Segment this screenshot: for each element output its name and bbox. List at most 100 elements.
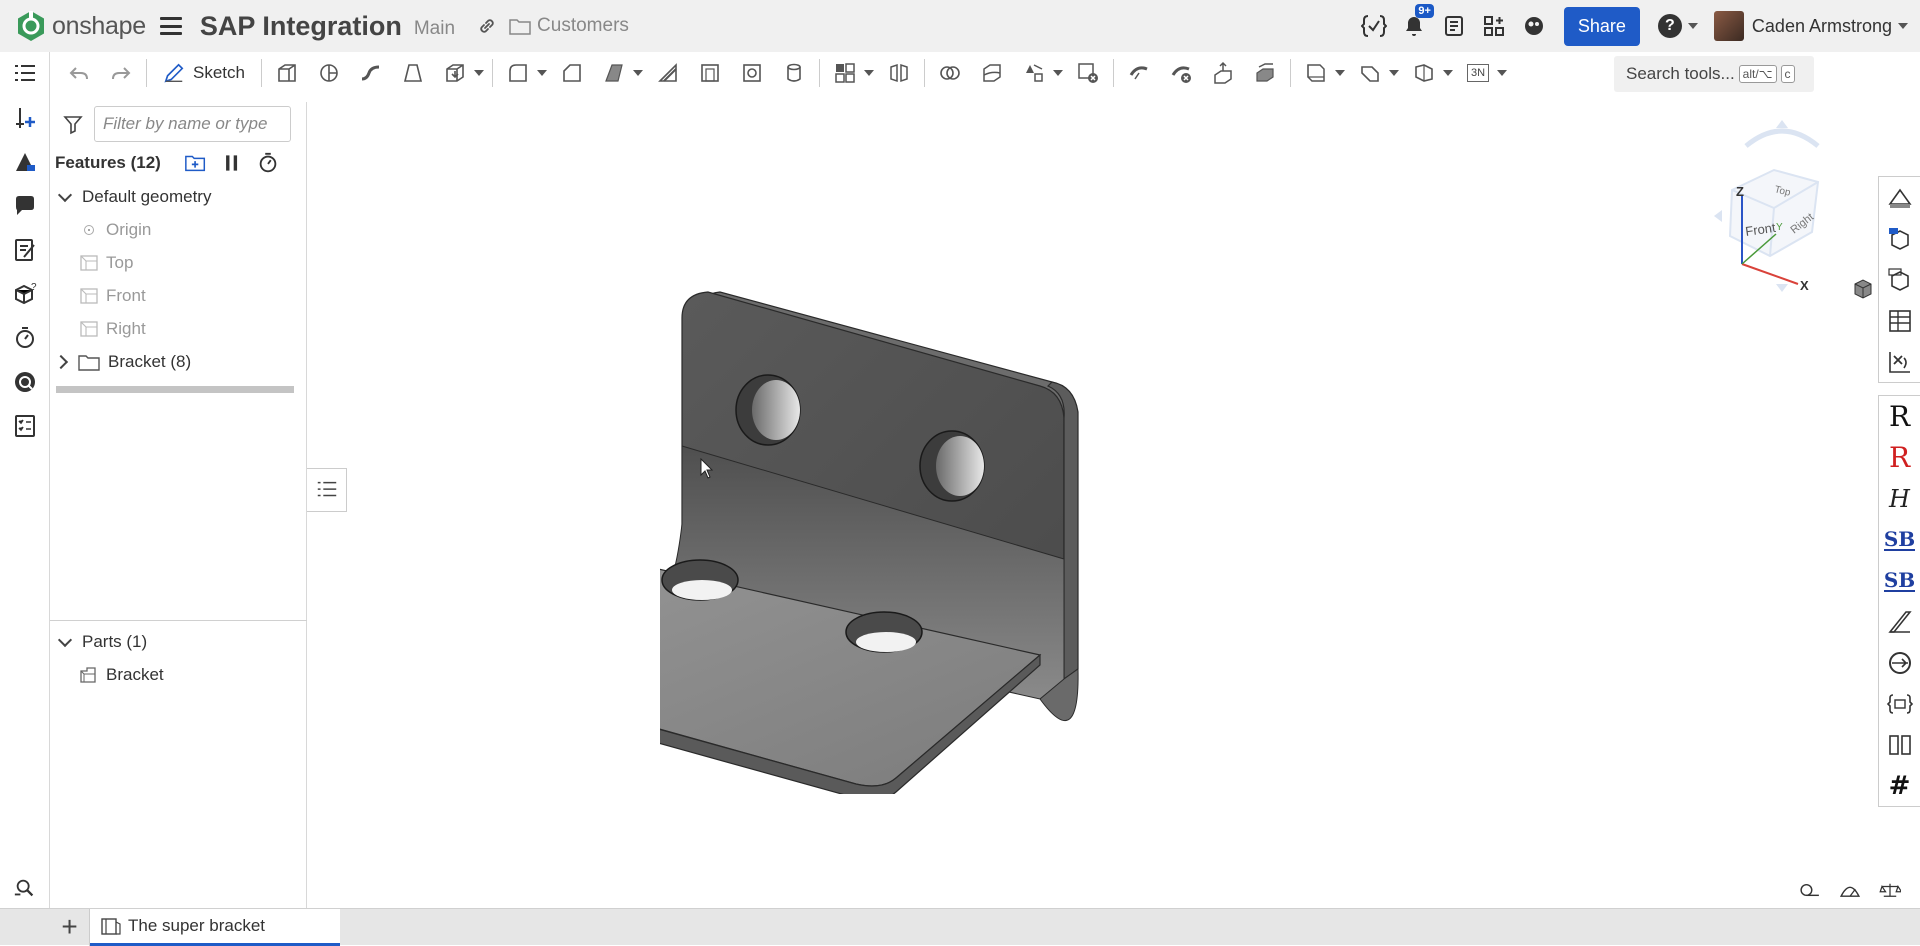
modify-fillet-icon[interactable]	[1122, 56, 1156, 90]
onshape-logo[interactable]: onshape	[16, 10, 146, 42]
clearance-check-icon[interactable]	[1879, 642, 1920, 683]
chevron-right-icon[interactable]	[53, 354, 69, 369]
rib-icon[interactable]	[651, 56, 685, 90]
analysis-icon[interactable]	[0, 360, 50, 404]
filter-icon[interactable]	[62, 113, 84, 135]
sheet-metal-icon[interactable]	[1353, 56, 1387, 90]
graphics-viewport[interactable]: Top Front Right Z Y X	[308, 94, 1878, 908]
search-view-icon[interactable]	[0, 909, 50, 946]
protractor-icon[interactable]	[1830, 878, 1870, 902]
boolean-icon[interactable]	[933, 56, 967, 90]
tab-the-super-bracket[interactable]: The super bracket	[90, 908, 340, 946]
add-tab-button[interactable]: +	[50, 908, 90, 946]
link-icon[interactable]	[477, 16, 497, 36]
cylinder-icon[interactable]	[777, 56, 811, 90]
learning-center-icon[interactable]	[1520, 12, 1548, 40]
split-icon[interactable]	[975, 56, 1009, 90]
checklist-icon[interactable]	[0, 404, 50, 448]
history-timer-icon[interactable]	[0, 316, 50, 360]
search-view-icon[interactable]	[0, 866, 50, 910]
mirror-icon[interactable]	[882, 56, 916, 90]
document-title[interactable]: SAP Integration	[200, 11, 402, 42]
sketch-button[interactable]: Sketch	[155, 56, 253, 90]
appearance-icon[interactable]	[0, 140, 50, 184]
chevron-down-icon[interactable]	[1334, 70, 1345, 76]
render-studio-icon[interactable]	[1879, 218, 1920, 259]
search-tools-input[interactable]: Search tools... alt/⌥ c	[1614, 56, 1814, 92]
notes-icon[interactable]	[0, 228, 50, 272]
add-folder-icon[interactable]	[183, 150, 209, 176]
tree-item-right-plane[interactable]: Right	[50, 312, 306, 345]
part-item[interactable]: Bracket	[50, 658, 307, 691]
chamfer-icon[interactable]	[555, 56, 589, 90]
comments-icon[interactable]	[0, 184, 50, 228]
sweep-icon[interactable]	[354, 56, 388, 90]
view-cube[interactable]: Top Front Right Z Y X	[1712, 116, 1852, 296]
timer-icon[interactable]	[255, 150, 281, 176]
app-r-black-icon[interactable]: R	[1879, 396, 1920, 437]
transform-icon[interactable]	[1017, 56, 1051, 90]
draft-icon[interactable]	[597, 56, 631, 90]
rollback-bar[interactable]	[56, 386, 294, 393]
chevron-down-icon[interactable]	[536, 70, 547, 76]
chevron-down-icon[interactable]	[863, 70, 874, 76]
parts-header[interactable]: Parts (1)	[50, 625, 307, 658]
move-face-icon[interactable]	[1206, 56, 1240, 90]
tree-item-origin[interactable]: Origin	[50, 213, 306, 246]
fillet-icon[interactable]	[501, 56, 535, 90]
app-sb-icon[interactable]: SB	[1879, 560, 1920, 601]
feature-list-icon[interactable]	[0, 52, 50, 96]
tasks-icon[interactable]	[1440, 12, 1468, 40]
extrude-icon[interactable]	[270, 56, 304, 90]
help-menu[interactable]: ?	[1657, 14, 1698, 38]
feature-script-icon[interactable]	[1879, 683, 1920, 724]
tape-measure-icon[interactable]	[1790, 878, 1830, 902]
branch-label[interactable]: Main	[414, 18, 455, 40]
undo-icon[interactable]	[62, 56, 96, 90]
chevron-down-icon[interactable]	[57, 187, 73, 202]
user-menu-chevron-down-icon[interactable]	[1898, 23, 1908, 29]
pattern-icon[interactable]	[828, 56, 862, 90]
variables-icon[interactable]	[1360, 12, 1388, 40]
shell-icon[interactable]	[693, 56, 727, 90]
variable-table-icon[interactable]	[1879, 341, 1920, 382]
mass-properties-icon[interactable]	[1870, 878, 1910, 902]
section-view-icon[interactable]	[1879, 259, 1920, 300]
filter-input[interactable]	[94, 106, 291, 142]
delete-part-icon[interactable]	[1071, 56, 1105, 90]
app-store-icon[interactable]	[1480, 12, 1508, 40]
user-name[interactable]: Caden Armstrong	[1752, 16, 1892, 37]
loft-icon[interactable]	[396, 56, 430, 90]
configurations-icon[interactable]	[1879, 300, 1920, 341]
chevron-down-icon[interactable]	[1442, 70, 1453, 76]
draft-analysis-icon[interactable]	[1879, 601, 1920, 642]
measure-icon[interactable]	[1879, 177, 1920, 218]
delete-face-icon[interactable]	[1164, 56, 1198, 90]
split-view-icon[interactable]	[1879, 724, 1920, 765]
thicken-icon[interactable]	[438, 56, 472, 90]
view-mode-icon[interactable]: 3N	[1461, 56, 1495, 90]
redo-icon[interactable]	[104, 56, 138, 90]
notifications-bell-icon[interactable]: 9+	[1400, 4, 1434, 40]
chevron-down-icon[interactable]	[1052, 70, 1063, 76]
tree-folder-bracket[interactable]: Bracket (8)	[50, 345, 306, 378]
chevron-down-icon[interactable]	[632, 70, 643, 76]
folder-breadcrumb[interactable]: Customers	[509, 15, 629, 37]
chevron-down-icon[interactable]	[1496, 70, 1507, 76]
avatar[interactable]	[1713, 11, 1744, 41]
app-h-icon[interactable]: H	[1879, 478, 1920, 519]
bracket-part-model[interactable]	[660, 214, 1360, 794]
hole-icon[interactable]	[735, 56, 769, 90]
chevron-down-icon[interactable]	[1388, 70, 1399, 76]
plane-icon[interactable]	[1299, 56, 1333, 90]
replace-face-icon[interactable]	[1248, 56, 1282, 90]
view-orientation-cube-icon[interactable]	[1852, 278, 1874, 300]
default-geometry-row[interactable]: Default geometry	[50, 180, 306, 213]
tree-item-front-plane[interactable]: Front	[50, 279, 306, 312]
part-studio-help-icon[interactable]: ?	[0, 272, 50, 316]
chevron-down-icon[interactable]	[473, 70, 484, 76]
surface-icon[interactable]	[1407, 56, 1441, 90]
app-r-red-icon[interactable]: R	[1879, 437, 1920, 478]
add-feature-icon[interactable]	[0, 96, 50, 140]
tree-item-top-plane[interactable]: Top	[50, 246, 306, 279]
